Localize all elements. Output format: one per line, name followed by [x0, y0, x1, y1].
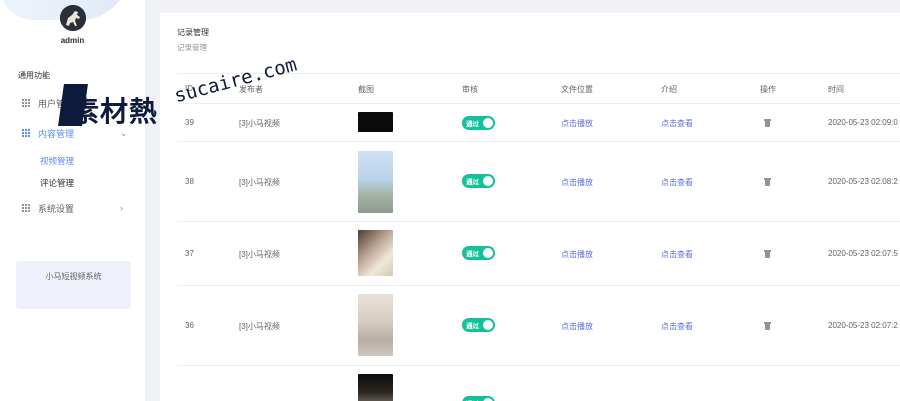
- column-header-file[interactable]: 文件位置: [561, 84, 593, 95]
- trash-icon[interactable]: [764, 119, 771, 127]
- cell-id: 39: [185, 118, 194, 127]
- view-intro-link[interactable]: 点击查看: [661, 118, 693, 129]
- toggle-label: 通过: [466, 121, 479, 128]
- column-header-time[interactable]: 时间: [828, 84, 844, 95]
- trash-icon[interactable]: [764, 178, 771, 186]
- sidebar-item-label: 内容管理: [38, 128, 75, 139]
- toggle-knob: [483, 176, 493, 186]
- cell-time: 2020-05-23 02:09:0: [828, 118, 898, 127]
- review-toggle[interactable]: 通过: [462, 396, 495, 401]
- sidebar: admin 通用功能 用户管理 内容管理 ⌄ 视频管理 评论管理 系统设置 › …: [0, 0, 145, 401]
- play-link[interactable]: 点击播放: [561, 249, 593, 260]
- row-divider: [177, 365, 900, 366]
- watermark-logo: 素材熱: [58, 84, 171, 128]
- menu-section-title: 通用功能: [18, 71, 50, 80]
- grid-icon: [22, 129, 30, 137]
- cell-publisher: [3]小马视频: [239, 322, 280, 331]
- video-thumbnail[interactable]: [358, 230, 393, 276]
- cell-time: 2020-05-23 02:07:2: [828, 321, 898, 330]
- view-intro-link[interactable]: 点击查看: [661, 321, 693, 332]
- promo-card: 小马短视频系统: [16, 261, 131, 309]
- sidebar-item-label: 系统设置: [38, 203, 75, 214]
- table-header-border: [177, 103, 900, 104]
- play-link[interactable]: 点击播放: [561, 177, 593, 188]
- play-link[interactable]: 点击播放: [561, 118, 593, 129]
- review-toggle[interactable]: 通过: [462, 318, 495, 332]
- video-thumbnail[interactable]: [358, 374, 393, 401]
- sidebar-subitem-comments[interactable]: 评论管理: [40, 177, 74, 189]
- cell-publisher: [3]小马视频: [239, 250, 280, 259]
- row-divider: [177, 141, 900, 142]
- cell-id: 37: [185, 249, 194, 258]
- avatar[interactable]: [60, 5, 86, 31]
- toggle-label: 通过: [466, 323, 479, 330]
- admin-username: admin: [60, 36, 85, 45]
- toggle-label: 通过: [466, 179, 479, 186]
- grid-icon: [22, 99, 30, 107]
- sidebar-item-settings[interactable]: 系统设置 ›: [0, 196, 145, 220]
- view-intro-link[interactable]: 点击查看: [661, 177, 693, 188]
- video-thumbnail[interactable]: [358, 151, 393, 213]
- cell-id: 38: [185, 177, 194, 186]
- column-header-intro[interactable]: 介绍: [661, 84, 677, 95]
- cell-publisher: [3]小马视频: [239, 178, 280, 187]
- review-toggle[interactable]: 通过: [462, 116, 495, 130]
- grid-icon: [22, 204, 30, 212]
- trash-icon[interactable]: [764, 250, 771, 258]
- watermark-brand: 素材熱: [71, 95, 159, 128]
- breadcrumb: 记录管理: [177, 43, 207, 52]
- row-divider: [177, 285, 900, 286]
- toggle-knob: [483, 320, 493, 330]
- column-header-screenshot[interactable]: 截图: [358, 84, 374, 95]
- cell-publisher: [3]小马视频: [239, 119, 280, 128]
- video-thumbnail[interactable]: [358, 112, 393, 132]
- toggle-knob: [483, 248, 493, 258]
- sidebar-header: admin: [0, 0, 145, 55]
- row-divider: [177, 221, 900, 222]
- chevron-right-icon: ›: [120, 203, 123, 213]
- sidebar-subitem-video[interactable]: 视频管理: [40, 155, 74, 167]
- play-link[interactable]: 点击播放: [561, 321, 593, 332]
- video-thumbnail[interactable]: [358, 294, 393, 356]
- cell-time: 2020-05-23 02:07:5: [828, 249, 898, 258]
- page-title: 记录管理: [177, 28, 209, 37]
- review-toggle[interactable]: 通过: [462, 246, 495, 260]
- view-intro-link[interactable]: 点击查看: [661, 249, 693, 260]
- horse-icon: [60, 5, 86, 31]
- review-toggle[interactable]: 通过: [462, 174, 495, 188]
- cell-id: 36: [185, 321, 194, 330]
- cell-time: 2020-05-23 02:08:2: [828, 177, 898, 186]
- toggle-knob: [483, 118, 493, 128]
- column-header-review[interactable]: 审核: [462, 84, 478, 95]
- trash-icon[interactable]: [764, 322, 771, 330]
- column-header-actions[interactable]: 操作: [760, 84, 776, 95]
- toggle-label: 通过: [466, 251, 479, 258]
